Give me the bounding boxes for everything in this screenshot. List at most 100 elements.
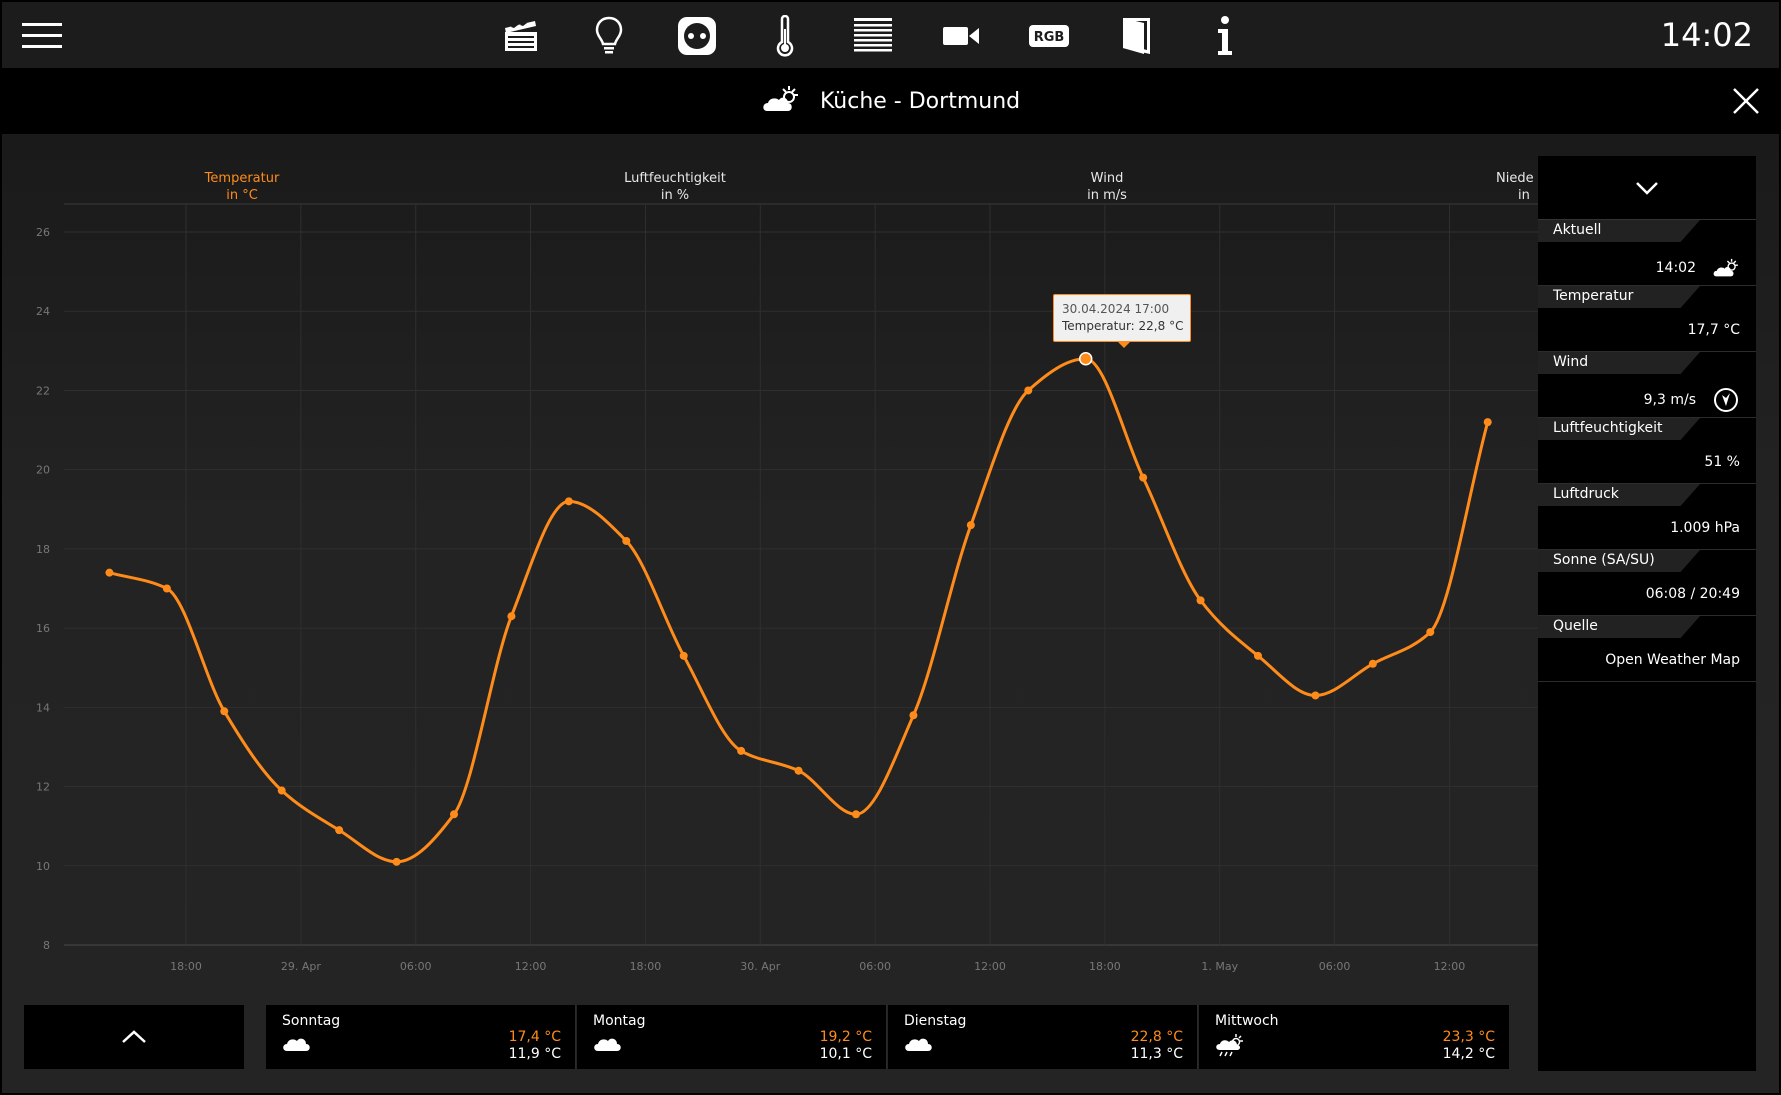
- thermometer-icon[interactable]: [762, 14, 808, 58]
- panel-collapse-button[interactable]: [1538, 156, 1756, 220]
- data-point[interactable]: [105, 568, 114, 577]
- data-point[interactable]: [220, 707, 229, 716]
- y-tick-label: 14: [36, 701, 50, 714]
- info-icon[interactable]: [1202, 14, 1248, 58]
- data-point[interactable]: [162, 584, 171, 593]
- data-point[interactable]: [852, 810, 860, 819]
- clock: 14:02: [1660, 16, 1753, 54]
- y-tick-label: 26: [36, 226, 50, 239]
- side-section-luftdruck: Luftdruck 1.009 hPa: [1538, 484, 1756, 550]
- y-tick-label: 16: [36, 622, 50, 635]
- forecast-day-montag[interactable]: Montag 19,2 °C 10,1 °C: [577, 1005, 887, 1069]
- tab-niederschlag-title: Niede: [1496, 171, 1534, 186]
- data-point[interactable]: [1254, 651, 1262, 660]
- day-min-temp: 11,9 °C: [508, 1046, 561, 1062]
- side-value: 14:02: [1655, 260, 1696, 276]
- sun-rain-icon: [1215, 1033, 1245, 1061]
- data-point[interactable]: [909, 711, 918, 720]
- data-point[interactable]: [392, 857, 401, 866]
- data-point[interactable]: [277, 786, 286, 795]
- data-point[interactable]: [1483, 418, 1492, 427]
- chart-tooltip: 30.04.2024 17:00 Temperatur: 22,8 °C: [1053, 294, 1191, 342]
- rgb-label: RGB: [1034, 30, 1065, 45]
- tab-temperatur[interactable]: Temperatur in °C: [182, 170, 302, 204]
- x-tick-label: 1. May: [1201, 960, 1238, 973]
- tab-niederschlag-unit: in: [1518, 188, 1530, 203]
- day-name: Sonntag: [282, 1013, 341, 1029]
- side-label: Luftfeuchtigkeit: [1538, 418, 1700, 440]
- side-section-temperatur: Temperatur 17,7 °C: [1538, 286, 1756, 352]
- tooltip-date: 30.04.2024 17:00: [1062, 302, 1170, 316]
- forecast-day-mittwoch[interactable]: Mittwoch 23,3 °C 14,2 °C: [1199, 1005, 1509, 1069]
- data-point[interactable]: [966, 521, 975, 530]
- rgb-icon[interactable]: RGB: [1026, 14, 1072, 58]
- data-point[interactable]: [679, 651, 688, 660]
- scenes-icon[interactable]: [498, 14, 544, 58]
- forecast-day-dienstag[interactable]: Dienstag 22,8 °C 11,3 °C: [888, 1005, 1198, 1069]
- side-section-sonne: Sonne (SA/SU) 06:08 / 20:49: [1538, 550, 1756, 616]
- forecast-expand-button[interactable]: [24, 1005, 244, 1069]
- data-point[interactable]: [1311, 691, 1320, 700]
- y-tick-label: 24: [36, 305, 50, 318]
- lightbulb-icon[interactable]: [586, 14, 632, 58]
- x-tick-label: 12:00: [1434, 960, 1466, 973]
- chevron-down-icon: [1636, 181, 1658, 195]
- cloudy-icon: [593, 1033, 623, 1057]
- data-point[interactable]: [1426, 628, 1435, 637]
- data-point[interactable]: [564, 497, 573, 506]
- data-point[interactable]: [794, 766, 803, 775]
- x-tick-label: 18:00: [1089, 960, 1121, 973]
- side-section-luftfeuchtigkeit: Luftfeuchtigkeit 51 %: [1538, 418, 1756, 484]
- data-point[interactable]: [1024, 386, 1033, 395]
- title-bar: Küche - Dortmund: [2, 68, 1779, 134]
- y-tick-label: 10: [36, 860, 50, 873]
- cloudy-icon: [904, 1033, 934, 1057]
- day-max-temp: 19,2 °C: [819, 1029, 872, 1045]
- y-tick-label: 18: [36, 543, 50, 556]
- side-label: Temperatur: [1538, 286, 1700, 308]
- side-value: Open Weather Map: [1605, 652, 1740, 668]
- day-min-temp: 10,1 °C: [819, 1046, 872, 1062]
- tab-luftfeuchtigkeit[interactable]: Luftfeuchtigkeit in %: [600, 170, 750, 204]
- day-name: Montag: [593, 1013, 646, 1029]
- forecast-day-sonntag[interactable]: Sonntag 17,4 °C 11,9 °C: [266, 1005, 576, 1069]
- menu-icon[interactable]: [22, 23, 62, 49]
- x-tick-label: 12:00: [974, 960, 1006, 973]
- tab-niederschlag[interactable]: Niede in: [1496, 170, 1538, 204]
- tooltip-value: Temperatur: 22,8 °C: [1062, 319, 1184, 333]
- highlighted-data-point[interactable]: [1078, 352, 1093, 366]
- x-tick-label: 29. Apr: [281, 960, 321, 973]
- tooltip-arrow: [1117, 341, 1131, 348]
- data-point[interactable]: [450, 810, 458, 819]
- side-section-quelle: Quelle Open Weather Map: [1538, 616, 1756, 682]
- page-title: Küche - Dortmund: [819, 88, 1021, 114]
- data-point[interactable]: [622, 536, 631, 545]
- data-point[interactable]: [1196, 596, 1205, 605]
- x-tick-label: 06:00: [1319, 960, 1351, 973]
- partly-cloudy-icon: [761, 84, 801, 118]
- y-tick-label: 22: [36, 384, 50, 397]
- data-point[interactable]: [507, 612, 516, 621]
- day-min-temp: 14,2 °C: [1442, 1046, 1495, 1062]
- data-point[interactable]: [737, 746, 746, 755]
- data-point[interactable]: [1368, 659, 1377, 668]
- cloudy-icon: [282, 1033, 312, 1057]
- door-icon[interactable]: [1114, 14, 1160, 58]
- data-point[interactable]: [335, 826, 344, 835]
- data-point[interactable]: [1139, 473, 1148, 482]
- x-tick-label: 06:00: [400, 960, 432, 973]
- x-tick-label: 30. Apr: [740, 960, 780, 973]
- camera-icon[interactable]: [938, 14, 984, 58]
- power-socket-icon[interactable]: [674, 14, 720, 58]
- day-min-temp: 11,3 °C: [1130, 1046, 1183, 1062]
- x-tick-label: 12:00: [515, 960, 547, 973]
- y-tick-label: 20: [36, 464, 50, 477]
- day-name: Dienstag: [904, 1013, 967, 1029]
- tab-luftfeuchtigkeit-unit: in %: [660, 188, 690, 203]
- close-icon[interactable]: [1731, 86, 1761, 116]
- side-value: 1.009 hPa: [1670, 520, 1740, 536]
- tab-wind[interactable]: Wind in m/s: [1057, 170, 1157, 204]
- tab-luftfeuchtigkeit-title: Luftfeuchtigkeit: [624, 171, 726, 186]
- blinds-icon[interactable]: [850, 14, 896, 58]
- side-label: Sonne (SA/SU): [1538, 550, 1700, 572]
